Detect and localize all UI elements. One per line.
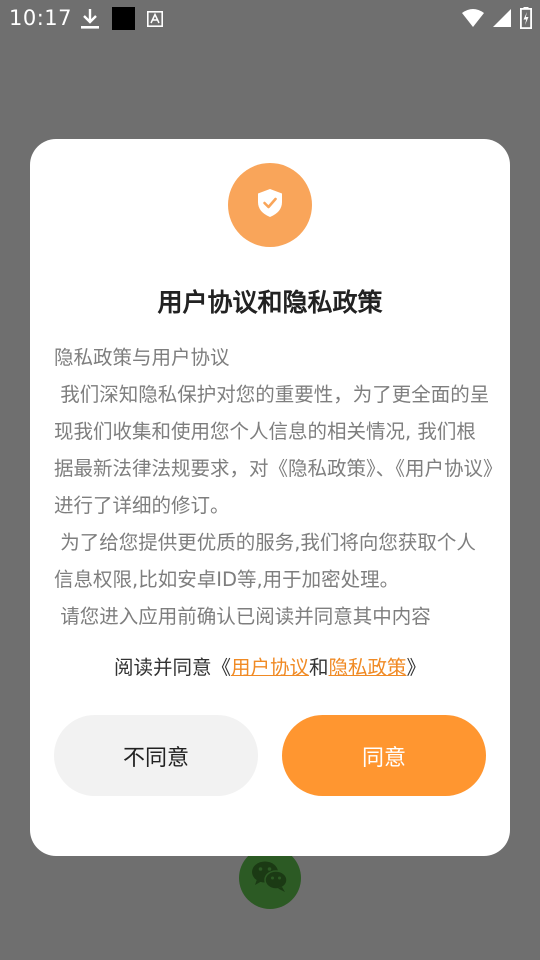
notification-icons xyxy=(80,7,163,34)
wifi-icon xyxy=(462,8,484,32)
signal-icon xyxy=(492,8,512,32)
agree-statement: 阅读并同意《用户协议和隐私政策》 xyxy=(30,651,510,680)
status-time: 10:17 xyxy=(9,6,73,30)
shield-badge xyxy=(228,163,312,247)
body-heading: 隐私政策与用户协议 xyxy=(54,346,230,369)
dialog-title: 用户协议和隐私政策 xyxy=(157,288,383,317)
body-paragraph: 为了给您提供更优质的服务,我们将向您获取个人信息权限,比如安卓ID等,用于加密处… xyxy=(54,531,476,591)
privacy-policy-link[interactable]: 隐私政策 xyxy=(329,656,407,679)
system-icons xyxy=(462,7,532,33)
shield-check-icon xyxy=(257,188,283,222)
text-a-icon xyxy=(147,10,163,31)
agree-prefix: 阅读并同意《 xyxy=(113,656,231,679)
agree-button[interactable]: 同意 xyxy=(282,715,486,796)
black-square-icon xyxy=(112,7,135,34)
user-agreement-link[interactable]: 用户协议 xyxy=(231,656,309,679)
download-icon xyxy=(80,8,100,34)
wechat-login-button[interactable] xyxy=(239,847,301,909)
wechat-icon xyxy=(250,859,290,897)
disagree-button[interactable]: 不同意 xyxy=(54,715,258,796)
privacy-dialog: 用户协议和隐私政策 隐私政策与用户协议 我们深知隐私保护对您的重要性，为了更全面… xyxy=(30,139,510,856)
agree-middle: 和 xyxy=(308,656,329,679)
dialog-body: 隐私政策与用户协议 我们深知隐私保护对您的重要性，为了更全面的呈现我们收集和使用… xyxy=(54,339,494,635)
status-bar: 10:17 xyxy=(0,0,540,36)
agree-suffix: 》 xyxy=(406,656,427,679)
battery-charging-icon xyxy=(519,7,532,33)
body-paragraph: 请您进入应用前确认已阅读并同意其中内容 xyxy=(54,605,431,628)
body-paragraph: 我们深知隐私保护对您的重要性，为了更全面的呈现我们收集和使用您个人信息的相关情况… xyxy=(54,383,493,517)
